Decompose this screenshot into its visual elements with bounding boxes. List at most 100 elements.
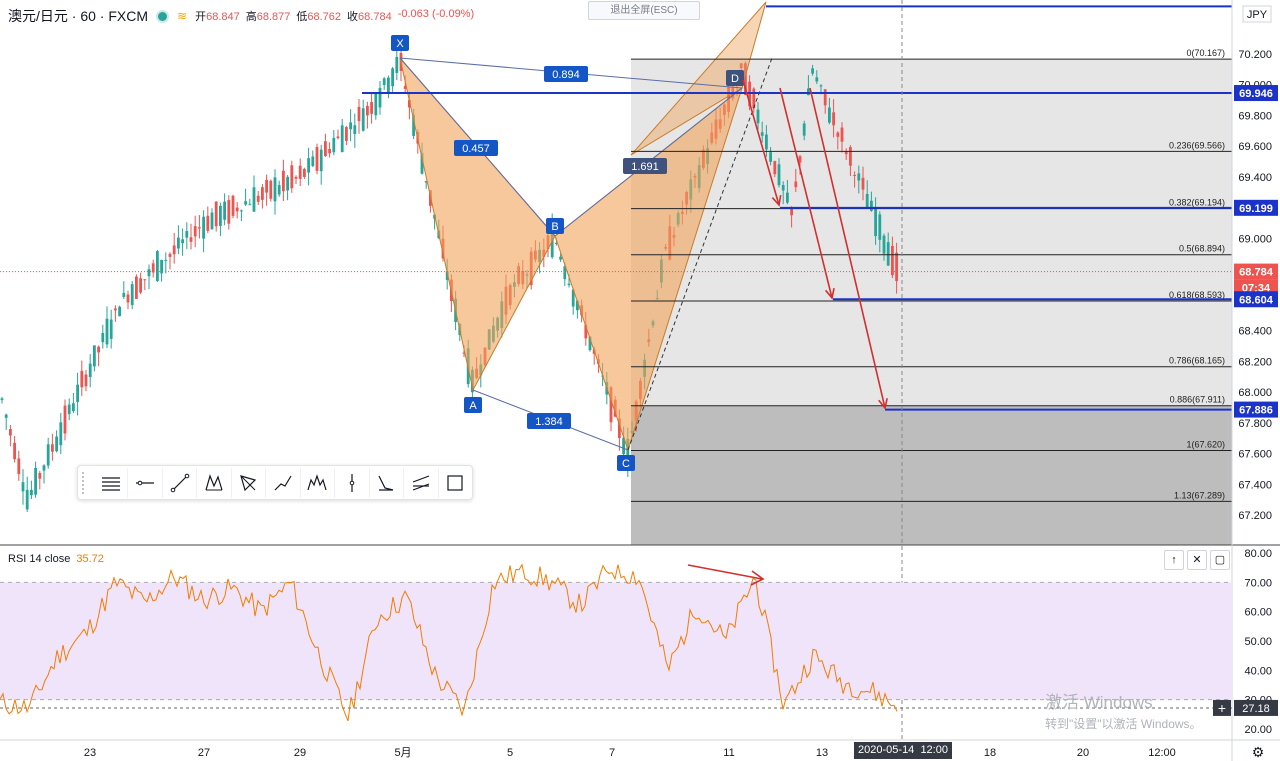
candle-body: [815, 77, 819, 82]
candle-body: [130, 284, 134, 306]
candle-body: [93, 345, 96, 367]
rsi-band: [0, 582, 1232, 700]
price-axis-tick: 70.200: [1238, 49, 1272, 61]
elliott-wave-icon[interactable]: [301, 467, 336, 498]
candle-body: [265, 179, 268, 193]
rsi-current-label: 27.18: [1242, 703, 1270, 715]
candle-body: [114, 308, 117, 311]
candle-body: [391, 68, 394, 87]
fib-level-label: 0.236(69.566): [1169, 140, 1225, 150]
candle-body: [794, 181, 798, 188]
pattern-point-label: D: [731, 73, 739, 85]
time-axis-tick: 27: [198, 747, 210, 759]
candle-body: [122, 292, 126, 297]
price-tag-label: 69.946: [1239, 88, 1273, 100]
price-axis-tick: 67.400: [1238, 479, 1272, 491]
rsi-axis-tick: 70.00: [1244, 577, 1272, 589]
candle-body: [756, 109, 760, 124]
price-axis-tick: 67.800: [1238, 418, 1272, 430]
candle-body: [823, 89, 827, 106]
xabcd-pattern-icon[interactable]: [197, 467, 232, 498]
open-value: 68.847: [206, 11, 240, 23]
candle-body: [319, 149, 323, 172]
symbol-label[interactable]: 澳元/日元 · 60 · FXCM: [8, 6, 148, 26]
candle-body: [840, 127, 844, 142]
candle-body: [567, 283, 571, 286]
drag-handle-icon[interactable]: [82, 471, 94, 494]
candle-body: [269, 180, 273, 199]
candle-body: [46, 444, 50, 466]
candle-body: [206, 215, 210, 231]
candle-body: [349, 122, 352, 130]
settings-gear-icon[interactable]: ⚙: [1250, 744, 1266, 760]
close-value: 68.784: [358, 11, 392, 23]
rsi-axis-tick: 60.00: [1244, 607, 1272, 619]
exit-fullscreen-button[interactable]: 退出全屏(ESC): [588, 1, 700, 20]
candle-body: [42, 465, 46, 471]
candle-body: [382, 78, 386, 86]
ray-icon[interactable]: [128, 467, 163, 498]
pattern-ratio-label: 1.384: [535, 416, 563, 428]
fib-level-label: 1(67.620): [1186, 439, 1225, 449]
candle-body: [307, 158, 310, 173]
candle-body: [865, 193, 869, 209]
parallel-channel-icon[interactable]: [404, 467, 439, 498]
abcd-icon[interactable]: [370, 467, 405, 498]
candle-body: [248, 204, 252, 206]
candle-body: [366, 105, 369, 116]
candle-body: [849, 147, 852, 166]
candle-body: [324, 141, 327, 157]
candle-body: [282, 170, 285, 192]
candle-body: [101, 332, 105, 343]
candle-body: [340, 125, 344, 153]
candle-body: [802, 123, 806, 136]
fib-level-label: 0.886(67.911): [1170, 395, 1225, 405]
rsi-label[interactable]: RSI 14 close: [8, 553, 70, 565]
rsi-controls: ↑ ✕ ▢: [1164, 550, 1230, 570]
candle-body: [786, 192, 789, 203]
fib-zone-lower: [631, 405, 1232, 545]
rsi-axis-tick: 40.00: [1244, 665, 1272, 677]
candle-body: [164, 259, 168, 261]
triangle-pattern-icon[interactable]: [232, 467, 267, 498]
pattern-ratio-label: 1.691: [631, 161, 659, 173]
time-axis-tick: 20: [1077, 747, 1089, 759]
ohlc-values: 开68.847 高68.877 低68.762 收68.784 -0.063 (…: [195, 8, 475, 23]
divergence-arrow-line: [687, 564, 763, 580]
time-axis-tick: 5月: [394, 747, 411, 759]
time-axis-tick: 7: [609, 747, 615, 759]
pattern-point-label: C: [622, 458, 630, 470]
rsi-axis-tick: 50.00: [1244, 636, 1272, 648]
candle-body: [273, 177, 277, 202]
candle-body: [870, 200, 873, 211]
candle-body: [51, 444, 54, 452]
candle-body: [219, 205, 222, 226]
candle-body: [387, 77, 390, 94]
candle-body: [55, 436, 58, 452]
candle-body: [88, 363, 92, 378]
path-icon[interactable]: [266, 467, 301, 498]
low-value: 68.762: [307, 11, 342, 23]
chart-canvas[interactable]: 0.894 0.457 1.691 1.384 X A B C D 0(70.167) 0.236(…: [0, 0, 1280, 761]
candle-body: [773, 161, 777, 175]
rectangle-icon[interactable]: [439, 468, 472, 498]
candle-body: [139, 278, 142, 293]
vertical-line-icon[interactable]: [335, 467, 370, 498]
candle-body: [760, 132, 764, 136]
candle-body: [0, 398, 4, 401]
horizontal-lines-icon[interactable]: [94, 467, 129, 498]
fib-level-label: 0(70.167): [1186, 48, 1225, 58]
move-up-icon[interactable]: ↑: [1164, 550, 1184, 570]
candle-body: [261, 187, 264, 200]
time-axis-tick: 11: [723, 747, 734, 759]
trend-line-icon[interactable]: [163, 467, 198, 498]
time-axis-tick: 18: [984, 747, 996, 759]
candle-body: [244, 201, 247, 205]
candle-body: [252, 187, 256, 212]
price-tag-label: 69.199: [1239, 203, 1273, 215]
candle-body: [861, 177, 865, 190]
price-axis-tick: 68.200: [1238, 356, 1272, 368]
close-icon[interactable]: ✕: [1187, 550, 1207, 570]
maximize-icon[interactable]: ▢: [1210, 550, 1230, 570]
candle-body: [59, 422, 63, 446]
